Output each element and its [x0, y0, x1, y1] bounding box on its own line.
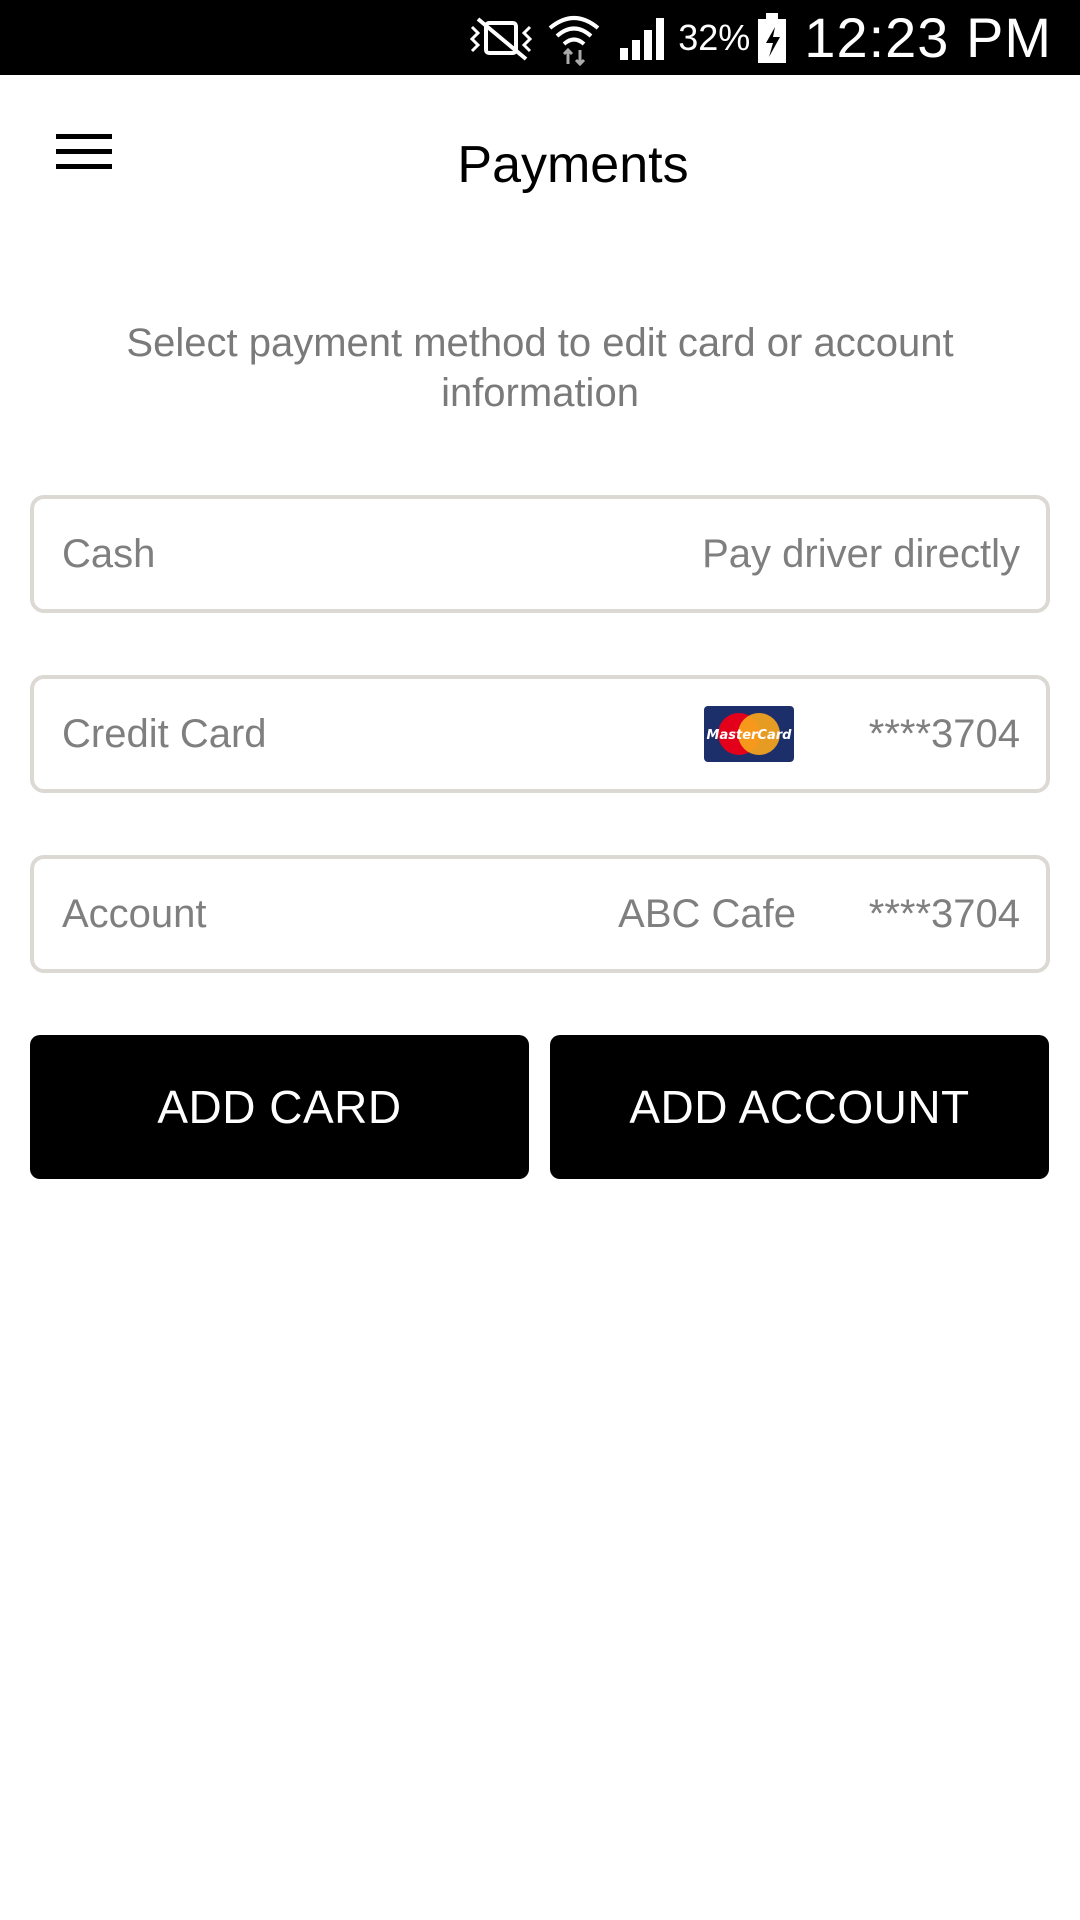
- payment-method-detail: Pay driver directly: [702, 532, 1020, 576]
- account-name: ABC Cafe: [618, 892, 796, 936]
- status-bar: 32% 12:23 PM: [0, 0, 1080, 75]
- add-card-button[interactable]: ADD CARD: [30, 1035, 529, 1179]
- payment-method-label: Account: [62, 892, 207, 936]
- status-icons: 32% 12:23 PM: [464, 0, 1080, 75]
- add-account-button[interactable]: ADD ACCOUNT: [550, 1035, 1049, 1179]
- mastercard-logo-text: MasterCard: [707, 728, 793, 743]
- instructions-text: Select payment method to edit card or ac…: [126, 321, 954, 415]
- mute-vibrate-icon: [464, 15, 538, 61]
- card-number: ****3704: [868, 712, 1020, 756]
- cell-signal-icon: [618, 14, 670, 62]
- page-title: Payments: [457, 136, 689, 194]
- payment-method-label: Credit Card: [62, 712, 267, 756]
- payment-method-account[interactable]: Account ABC Cafe ****3704: [30, 855, 1050, 973]
- app-header: Payments: [0, 75, 1080, 260]
- battery-percent: 32%: [678, 16, 751, 58]
- payment-method-cash[interactable]: Cash Pay driver directly: [30, 495, 1050, 613]
- mastercard-icon: MasterCard: [704, 706, 794, 762]
- account-number: ****3704: [868, 892, 1020, 936]
- battery-charging-icon: [756, 11, 788, 65]
- status-clock: 12:23 PM: [804, 6, 1052, 69]
- payment-method-credit-card[interactable]: Credit Card MasterCard ****3704: [30, 675, 1050, 793]
- wifi-icon: [546, 10, 602, 66]
- payment-method-label: Cash: [62, 532, 156, 576]
